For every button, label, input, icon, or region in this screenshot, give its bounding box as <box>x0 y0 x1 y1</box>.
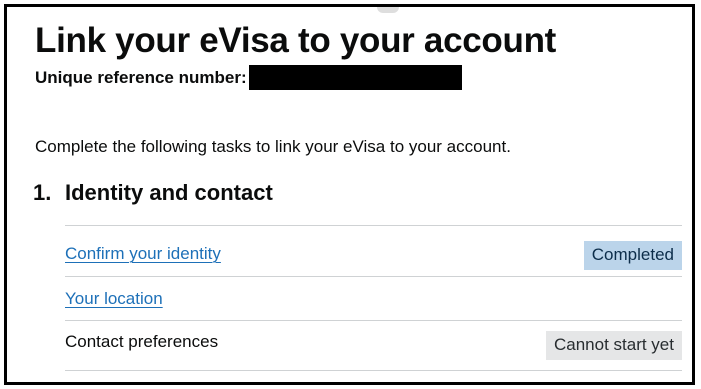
task-row-your-location: Your location <box>65 277 682 321</box>
screenshot-frame: Link your eVisa to your account Unique r… <box>4 4 695 385</box>
task-row-confirm-identity: Confirm your identity Completed <box>65 226 682 277</box>
section-number: 1. <box>33 180 52 205</box>
status-tag-completed: Completed <box>583 241 682 270</box>
section-heading: 1. Identity and contact <box>33 179 273 207</box>
reference-number-row: Unique reference number: <box>35 65 462 90</box>
contact-preferences-label: Contact preferences <box>65 332 219 351</box>
reference-number-label: Unique reference number: <box>35 67 247 87</box>
task-row-contact-preferences: Contact preferences Cannot start yet <box>65 321 682 371</box>
status-tag-cannot-start-yet: Cannot start yet <box>545 331 682 360</box>
cropped-graphic-fragment <box>377 7 399 13</box>
redacted-reference-number <box>248 65 462 90</box>
page-title: Link your eVisa to your account <box>35 21 557 60</box>
your-location-link[interactable]: Your location <box>65 288 163 310</box>
intro-text: Complete the following tasks to link you… <box>35 137 511 156</box>
section-title: Identity and contact <box>65 180 273 205</box>
task-list: Confirm your identity Completed Your loc… <box>65 225 682 371</box>
confirm-identity-link[interactable]: Confirm your identity <box>65 243 221 265</box>
